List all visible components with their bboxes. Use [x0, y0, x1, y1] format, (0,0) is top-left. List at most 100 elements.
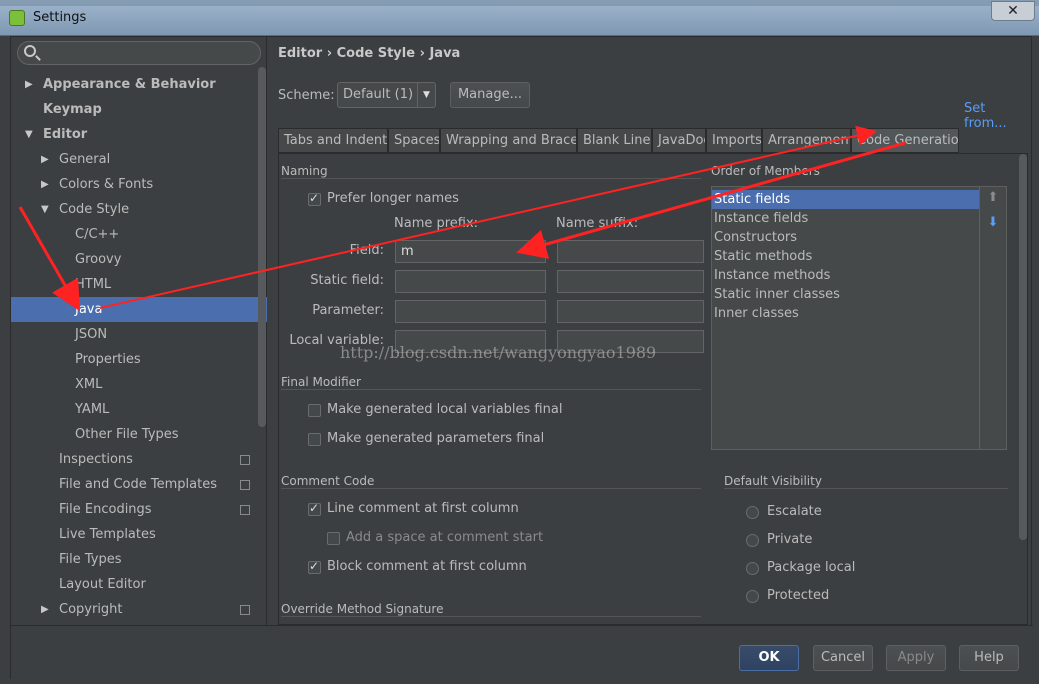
member-item[interactable]: Instance fields — [712, 209, 980, 228]
line-comment-checkbox[interactable] — [308, 501, 321, 516]
panel-scrollbar[interactable] — [1019, 154, 1027, 540]
chevron-right-icon[interactable]: ▶ — [25, 72, 35, 97]
name-prefix-field[interactable] — [395, 300, 546, 323]
final-local-vars-label: Make generated local variables final — [327, 402, 563, 417]
cancel-button[interactable]: Cancel — [813, 645, 873, 671]
set-from-link[interactable]: Set from... — [964, 101, 1032, 131]
code-style-content: Editor › Code Style › Java Scheme: Defau… — [268, 37, 1032, 625]
sidebar-item-label: Layout Editor — [59, 577, 146, 592]
chevron-down-icon[interactable]: ▼ — [41, 197, 51, 222]
ok-button[interactable]: OK — [739, 645, 799, 671]
member-tools: ⬆ ⬇ — [979, 187, 1006, 449]
member-item[interactable]: Static fields — [712, 190, 980, 209]
sidebar-item-appearance-behavior[interactable]: ▶ Appearance & Behavior — [11, 72, 267, 97]
block-comment-checkbox[interactable] — [308, 559, 321, 574]
scheme-select[interactable]: Default (1) ▼ — [337, 82, 436, 108]
sidebar-item-properties[interactable]: Properties — [11, 347, 267, 372]
project-settings-icon — [240, 605, 250, 615]
tab-javadoc[interactable]: JavaDoc — [652, 128, 706, 153]
sidebar-item-file-and-code-templates[interactable]: File and Code Templates — [11, 472, 267, 497]
sidebar-item-file-encodings[interactable]: File Encodings — [11, 497, 267, 522]
tab-wrapping-and-braces[interactable]: Wrapping and Braces — [440, 128, 577, 153]
move-down-icon[interactable]: ⬇ — [986, 216, 1000, 230]
window-close-button[interactable]: ✕ — [991, 1, 1035, 21]
sidebar-item-label: YAML — [75, 402, 110, 417]
tab-arrangement[interactable]: Arrangement — [762, 128, 851, 153]
sidebar-item-label: Live Templates — [59, 527, 156, 542]
sidebar-item-html[interactable]: HTML — [11, 272, 267, 297]
name-prefix-field[interactable]: m — [395, 240, 546, 263]
sidebar-item-live-templates[interactable]: Live Templates — [11, 522, 267, 547]
member-item[interactable]: Static methods — [712, 247, 980, 266]
final-params-label: Make generated parameters final — [327, 431, 545, 446]
dialog-footer: OK Cancel Apply Help — [11, 625, 1033, 680]
tab-blank-lines[interactable]: Blank Lines — [577, 128, 652, 153]
default-visibility-title: Default Visibility — [724, 474, 822, 488]
visibility-radio[interactable] — [746, 562, 759, 575]
sidebar-item-json[interactable]: JSON — [11, 322, 267, 347]
sidebar-item-label: Other File Types — [75, 427, 179, 442]
member-item[interactable]: Static inner classes — [712, 285, 980, 304]
tab-code-generation[interactable]: Code Generation — [851, 128, 959, 153]
sidebar-item-yaml[interactable]: YAML — [11, 397, 267, 422]
settings-search-input[interactable] — [17, 41, 261, 65]
line-comment-label: Line comment at first column — [327, 501, 519, 516]
sidebar-item-xml[interactable]: XML — [11, 372, 267, 397]
tab-imports[interactable]: Imports — [706, 128, 762, 153]
sidebar-item-editor[interactable]: ▼ Editor — [11, 122, 267, 147]
visibility-label: Package local — [767, 560, 856, 575]
chevron-right-icon[interactable]: ▶ — [41, 597, 51, 622]
sidebar-scrollbar[interactable] — [258, 67, 266, 427]
add-space-checkbox[interactable] — [327, 532, 340, 545]
sidebar-item-java[interactable]: Java — [11, 297, 267, 322]
help-button[interactable]: Help — [959, 645, 1019, 671]
manage-button[interactable]: Manage... — [450, 82, 530, 108]
chevron-right-icon[interactable]: ▶ — [41, 147, 51, 172]
final-modifier-section-title: Final Modifier — [281, 375, 361, 389]
sidebar-item-groovy[interactable]: Groovy — [11, 247, 267, 272]
move-up-icon[interactable]: ⬆ — [986, 191, 1000, 205]
member-item[interactable]: Constructors — [712, 228, 980, 247]
sidebar-item-label: C/C++ — [75, 227, 120, 242]
divider — [281, 178, 701, 179]
name-suffix-field[interactable] — [557, 240, 704, 263]
prefer-longer-names-checkbox[interactable] — [308, 191, 321, 206]
member-item[interactable]: Inner classes — [712, 304, 980, 323]
name-suffix-field[interactable] — [557, 300, 704, 323]
sidebar-item-label: General — [59, 152, 111, 167]
sidebar-item-file-types[interactable]: File Types — [11, 547, 267, 572]
apply-button[interactable]: Apply — [886, 645, 946, 671]
sidebar-item-label: File Types — [59, 552, 122, 567]
visibility-label: Private — [767, 532, 813, 547]
member-item[interactable]: Instance methods — [712, 266, 980, 285]
background-window-strip — [0, 0, 1039, 6]
sidebar-item-general[interactable]: ▶ General — [11, 147, 267, 172]
block-comment-label: Block comment at first column — [327, 559, 527, 574]
sidebar-item-label: Groovy — [75, 252, 122, 267]
name-suffix-field[interactable] — [557, 270, 704, 293]
naming-row-label: Field: — [349, 243, 384, 258]
project-settings-icon — [240, 505, 250, 515]
sidebar-item-copyright[interactable]: ▶ Copyright — [11, 597, 267, 622]
sidebar-item-layout-editor[interactable]: Layout Editor — [11, 572, 267, 597]
sidebar-item-code-style[interactable]: ▼ Code Style — [11, 197, 267, 222]
chevron-right-icon[interactable]: ▶ — [41, 172, 51, 197]
visibility-radio[interactable] — [746, 534, 759, 547]
sidebar-item-other-file-types[interactable]: Other File Types — [11, 422, 267, 447]
tab-tabs-and-indents[interactable]: Tabs and Indents — [278, 128, 388, 153]
final-local-vars-checkbox[interactable] — [308, 404, 321, 417]
name-prefix-header: Name prefix: — [394, 216, 479, 231]
order-members-list[interactable]: Static fields Instance fields Constructors… — [711, 186, 1007, 450]
sidebar-item-c-c[interactable]: C/C++ — [11, 222, 267, 247]
add-space-label: Add a space at comment start — [346, 530, 544, 545]
tab-spaces[interactable]: Spaces — [388, 128, 440, 153]
name-prefix-field[interactable] — [395, 270, 546, 293]
sidebar-item-label: XML — [75, 377, 103, 392]
sidebar-item-keymap[interactable]: Keymap — [11, 97, 267, 122]
chevron-down-icon[interactable]: ▼ — [25, 122, 35, 147]
sidebar-item-inspections[interactable]: Inspections — [11, 447, 267, 472]
visibility-radio[interactable] — [746, 506, 759, 519]
visibility-radio[interactable] — [746, 590, 759, 603]
final-params-checkbox[interactable] — [308, 433, 321, 446]
sidebar-item-colors-fonts[interactable]: ▶ Colors & Fonts — [11, 172, 267, 197]
